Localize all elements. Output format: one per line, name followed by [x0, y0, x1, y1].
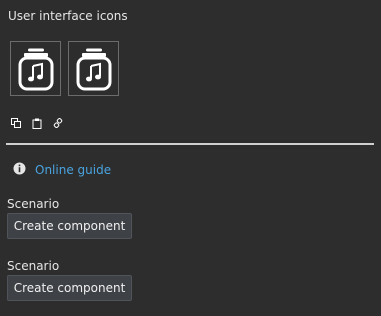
- create-component-button-1[interactable]: Create component: [7, 213, 132, 239]
- icon-tile-2[interactable]: [68, 41, 119, 96]
- link-icon[interactable]: [52, 117, 64, 129]
- small-icon-row: [10, 117, 64, 129]
- clipboard-icon[interactable]: [31, 117, 43, 129]
- section-title: User interface icons: [8, 9, 128, 23]
- music-jar-icon: [18, 48, 53, 90]
- guide-row: Online guide: [13, 162, 111, 178]
- online-guide-link[interactable]: Online guide: [35, 163, 111, 177]
- divider: [6, 143, 374, 145]
- music-jar-icon: [76, 48, 111, 90]
- scenario-label-2: Scenario: [7, 259, 60, 273]
- icon-tile-1[interactable]: [10, 41, 61, 96]
- scenario-label-1: Scenario: [7, 197, 60, 211]
- info-icon: [13, 162, 26, 178]
- create-component-button-2[interactable]: Create component: [7, 275, 132, 301]
- copy-icon[interactable]: [10, 117, 22, 129]
